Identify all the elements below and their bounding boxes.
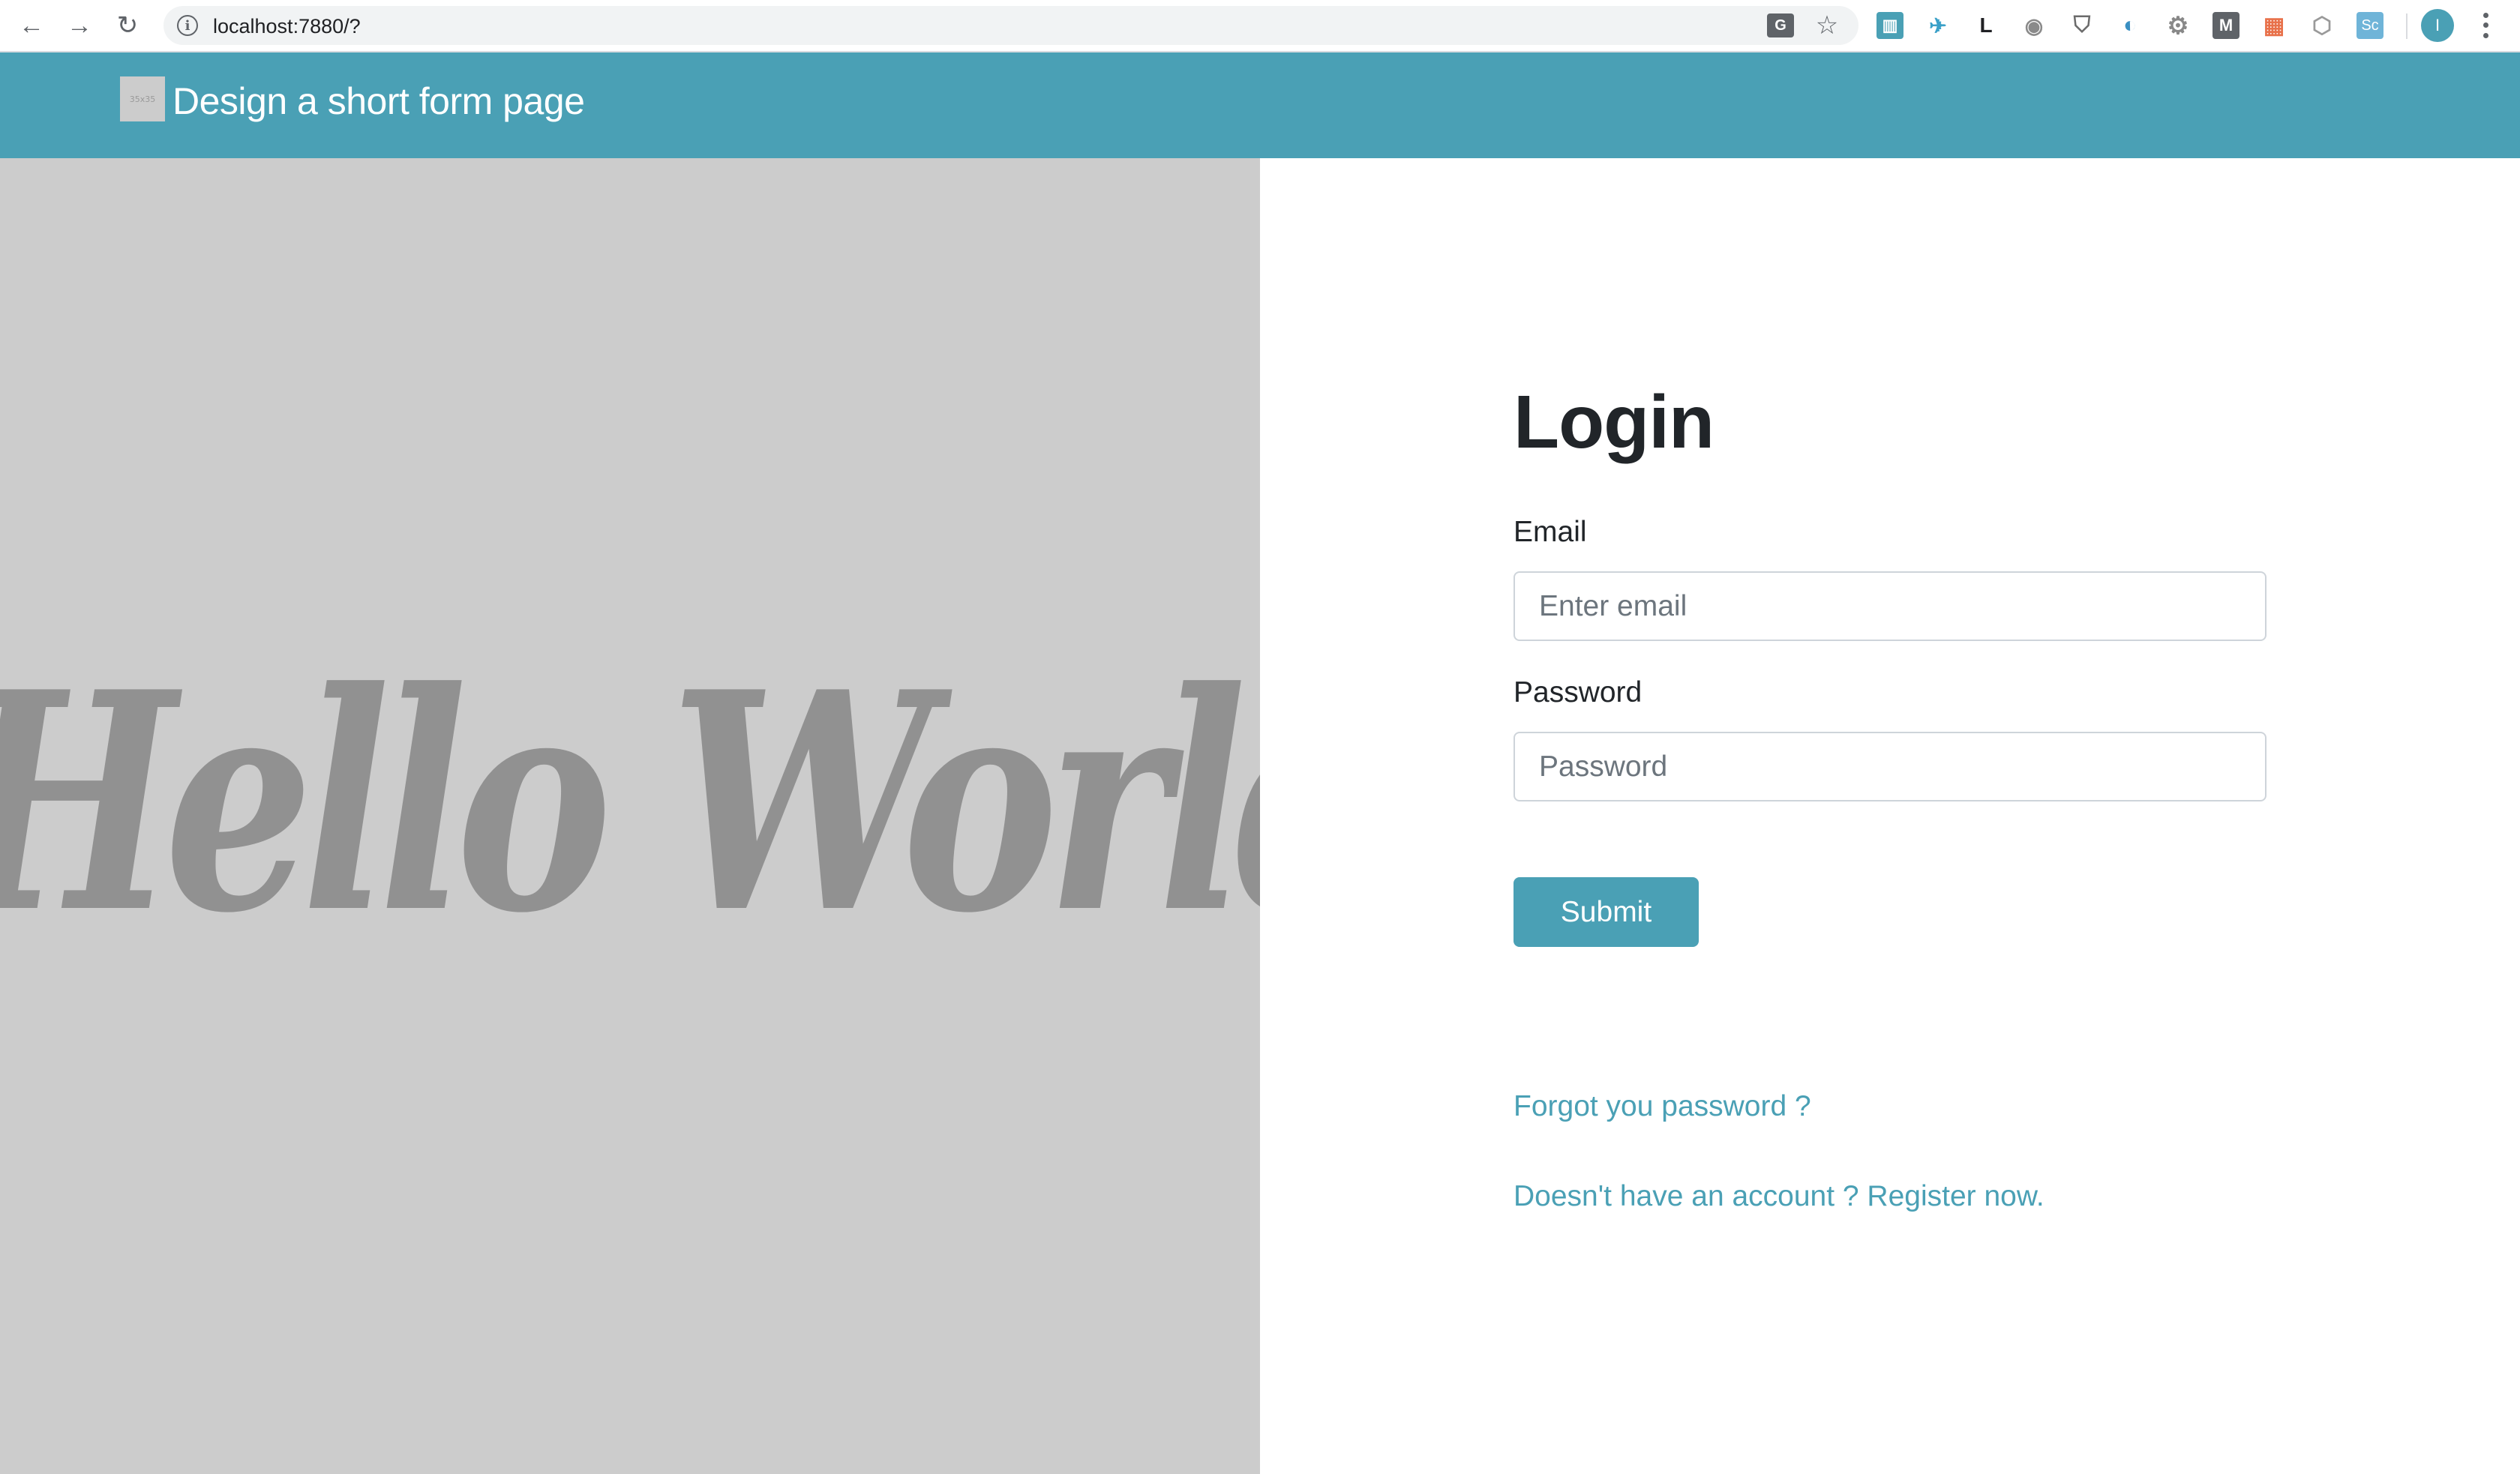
gear-glyph: ⚙ — [2167, 12, 2189, 39]
logo-placeholder[interactable]: 35x35 — [120, 76, 165, 121]
email-label: Email — [1514, 516, 1587, 548]
login-panel: Login Email Password Submit Forgot you p… — [1260, 158, 2520, 1474]
back-button[interactable]: ← — [15, 9, 48, 42]
ublock-extension-icon[interactable]: ⛉ — [2068, 12, 2096, 39]
l-glyph: L — [1979, 13, 1993, 37]
password-input[interactable] — [1514, 732, 2266, 801]
arrow-right-icon: → — [67, 10, 92, 40]
layout-extension-icon[interactable]: ▦ — [2260, 12, 2288, 39]
camera-glyph: ◉ — [2024, 13, 2044, 37]
app-header: 35x35 Design a short form page — [0, 52, 2520, 158]
menu-dot — [2482, 22, 2488, 28]
gear-extension-icon[interactable]: ⚙ — [2164, 12, 2192, 39]
translate-icon[interactable]: G — [1767, 13, 1794, 37]
browser-menu-icon[interactable] — [2475, 10, 2496, 40]
l-extension-icon[interactable]: L — [1972, 12, 2000, 39]
forgot-password-link[interactable]: Forgot you password ? — [1514, 1090, 1811, 1123]
profile-initial: I — [2434, 16, 2440, 34]
bookmark-star-icon[interactable]: ☆ — [1814, 11, 1840, 40]
medium-glyph: M — [2218, 16, 2234, 34]
menu-dot — [2482, 32, 2488, 38]
sc-extension-icon[interactable]: Sc — [2356, 12, 2384, 39]
register-link[interactable]: Doesn't have an account ? Register now. — [1514, 1180, 2044, 1213]
runner-extension-icon[interactable]: ✈ — [1924, 12, 1952, 39]
sc-glyph: Sc — [2361, 16, 2379, 34]
hero-text: Hello World — [0, 627, 1260, 979]
profile-avatar[interactable]: I — [2421, 9, 2454, 42]
reload-icon: ↻ — [116, 11, 139, 40]
email-input[interactable] — [1514, 571, 2266, 641]
menu-dot — [2482, 13, 2488, 19]
site-info-icon[interactable]: i — [177, 15, 198, 36]
submit-button[interactable]: Submit — [1514, 877, 1699, 947]
runner-glyph: ✈ — [1929, 13, 1947, 37]
password-label: Password — [1514, 676, 1642, 709]
ublock-glyph: ⛉ — [2073, 13, 2091, 37]
trello-glyph: ▥ — [1882, 16, 1898, 34]
logo-placeholder-text: 35x35 — [129, 94, 156, 104]
lock-extension-icon[interactable]: ◐ — [2116, 12, 2144, 39]
lock-glyph: ◐ — [2122, 13, 2138, 37]
forward-button[interactable]: → — [63, 9, 96, 42]
hero-image: Hello World — [0, 158, 1260, 1474]
nodejs-extension-icon[interactable]: ⬡ — [2308, 12, 2336, 39]
browser-toolbar: ← → ↻ i localhost:7880/? G ☆ ▥ ✈ L ◉ ⛉ ◐… — [0, 0, 2520, 52]
trello-extension-icon[interactable]: ▥ — [1876, 12, 1904, 39]
address-bar[interactable]: i localhost:7880/? G ☆ — [164, 6, 1858, 45]
toolbar-divider — [2406, 13, 2408, 39]
camera-extension-icon[interactable]: ◉ — [2020, 12, 2048, 39]
layout-glyph: ▦ — [2263, 13, 2285, 38]
url-text[interactable]: localhost:7880/? — [213, 15, 361, 38]
nodejs-glyph: ⬡ — [2312, 13, 2332, 38]
login-title: Login — [1514, 380, 1714, 464]
medium-extension-icon[interactable]: M — [2212, 12, 2240, 39]
reload-button[interactable]: ↻ — [111, 9, 144, 42]
app-title[interactable]: Design a short form page — [172, 79, 585, 123]
arrow-left-icon: ← — [19, 10, 44, 40]
